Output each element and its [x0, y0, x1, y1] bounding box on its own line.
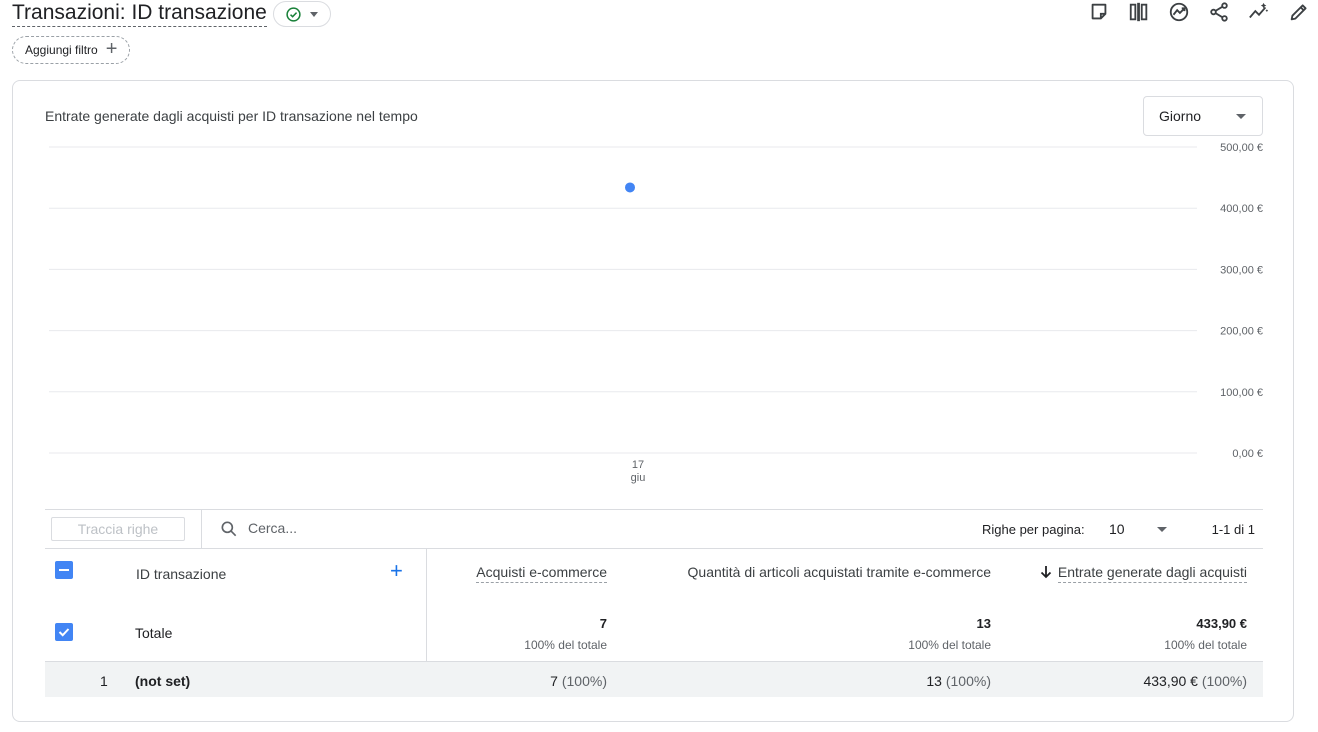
- dimension-header[interactable]: ID transazione: [136, 566, 226, 582]
- divider: [201, 510, 202, 548]
- check-circle-icon: [286, 6, 301, 22]
- chart-gridlines: [49, 146, 1197, 454]
- plus-icon: +: [105, 38, 118, 60]
- add-dimension-icon[interactable]: +: [390, 560, 403, 582]
- total-purchases: 7: [599, 616, 607, 631]
- arrow-down-icon: [1040, 566, 1052, 579]
- add-filter-label: Aggiungi filtro: [25, 43, 98, 57]
- trend-icon[interactable]: [1248, 1, 1270, 23]
- y-tick-label: 400,00 €: [1220, 203, 1263, 215]
- line-chart: 500,00 € 400,00 € 300,00 € 200,00 € 100,00 €…: [49, 142, 1263, 484]
- row-purchases: 7 (100%): [550, 673, 607, 689]
- y-tick-label: 0,00 €: [1232, 448, 1263, 460]
- add-filter-button[interactable]: Aggiungi filtro +: [12, 36, 130, 64]
- y-tick-label: 200,00 €: [1220, 326, 1263, 338]
- data-point[interactable]: [625, 182, 635, 193]
- compare-icon[interactable]: [1128, 1, 1150, 23]
- report-toolbar: [1088, 0, 1310, 24]
- total-revenue: 433,90 €: [1196, 616, 1247, 631]
- chart-series: [625, 182, 635, 193]
- rows-per-page-value: 10: [1109, 521, 1125, 537]
- insights-icon[interactable]: [1168, 1, 1190, 23]
- track-rows-button[interactable]: Traccia righe: [51, 517, 185, 541]
- total-purchases-pct: 100% del totale: [524, 638, 607, 652]
- total-quantity: 13: [976, 616, 991, 631]
- y-tick-label: 100,00 €: [1220, 387, 1263, 399]
- status-dropdown[interactable]: [272, 1, 331, 27]
- share-icon[interactable]: [1208, 1, 1230, 23]
- metric-header-purchases[interactable]: Acquisti e-commerce: [476, 564, 607, 583]
- title-bar: Transazioni: ID transazione: [12, 0, 331, 28]
- search-input[interactable]: Cerca...: [248, 520, 297, 536]
- y-tick-label: 300,00 €: [1220, 264, 1263, 276]
- report-card: Entrate generate dagli acquisti per ID t…: [12, 80, 1294, 722]
- row-index: 1: [100, 673, 108, 689]
- page-range: 1-1 di 1: [1211, 522, 1255, 537]
- row-revenue: 433,90 € (100%): [1143, 673, 1247, 689]
- y-axis-ticks: 500,00 € 400,00 € 300,00 € 200,00 € 100,00 €…: [1220, 142, 1263, 460]
- row-quantity: 13 (100%): [926, 673, 991, 689]
- rows-per-page-label: Righe per pagina:: [982, 522, 1085, 537]
- page-title[interactable]: Transazioni: ID transazione: [12, 1, 267, 27]
- table-toolbar: Traccia righe Cerca... Righe per pagina:…: [45, 509, 1263, 549]
- totals-label: Totale: [135, 625, 173, 641]
- edit-icon[interactable]: [1288, 1, 1310, 23]
- total-quantity-pct: 100% del totale: [908, 638, 991, 652]
- chevron-down-icon: [1157, 527, 1167, 532]
- note-icon[interactable]: [1088, 1, 1110, 23]
- select-all-checkbox[interactable]: [55, 561, 73, 579]
- y-tick-label: 500,00 €: [1220, 142, 1263, 154]
- metric-header-quantity[interactable]: Quantità di articoli acquistati tramite …: [688, 564, 991, 580]
- x-tick-day: 17: [632, 459, 644, 471]
- row-dimension: (not set): [135, 673, 191, 689]
- chevron-down-icon: [310, 11, 319, 17]
- table-row[interactable]: 1 (not set) 7 (100%) 13 (100%) 433,90 € …: [45, 661, 1263, 697]
- rows-per-page-select[interactable]: 10: [1109, 521, 1179, 539]
- metric-header-revenue[interactable]: Entrate generate dagli acquisti: [1040, 564, 1247, 583]
- total-revenue-pct: 100% del totale: [1164, 638, 1247, 652]
- search-icon: [221, 521, 237, 537]
- checkmark-icon: [58, 628, 70, 637]
- totals-checkbox[interactable]: [55, 623, 73, 641]
- x-tick-month: giu: [631, 472, 646, 484]
